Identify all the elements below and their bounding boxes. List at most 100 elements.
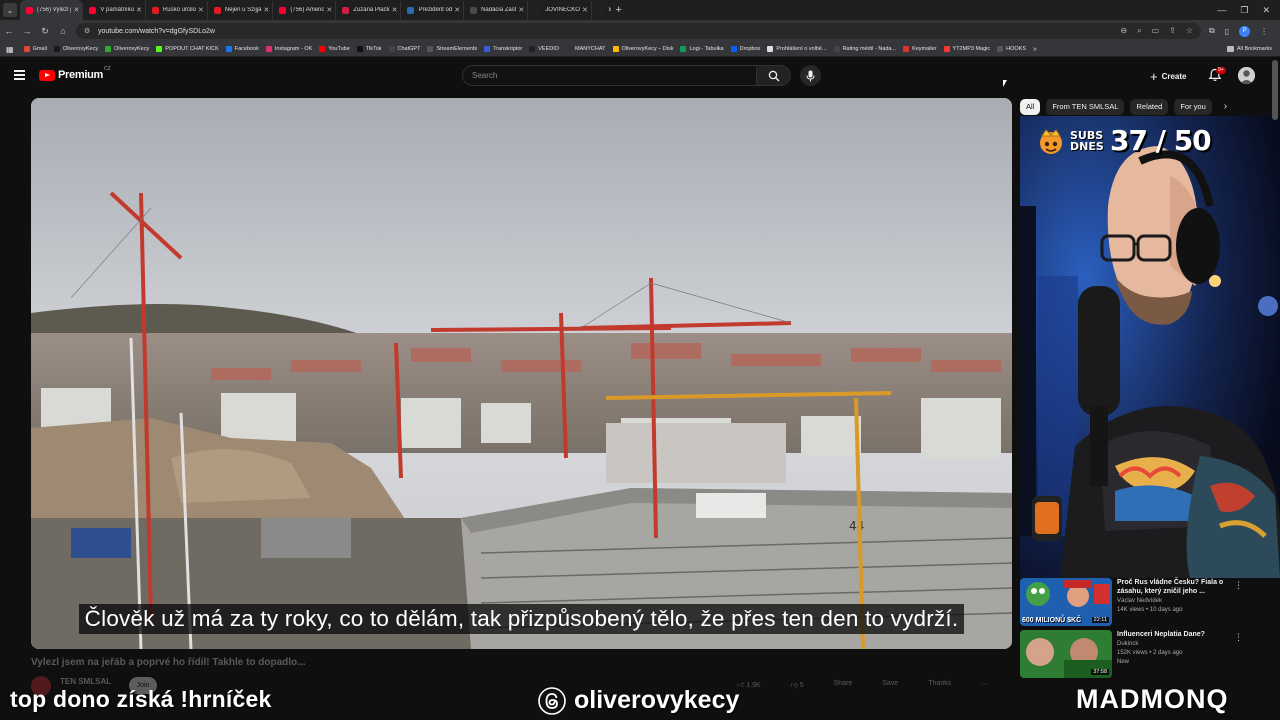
- browser-tab[interactable]: Prezident od ✕: [401, 1, 465, 19]
- bookmark-item[interactable]: TikTok: [356, 46, 382, 52]
- browser-tab[interactable]: JOVINEČKO ✕: [528, 1, 592, 19]
- chip-all[interactable]: All: [1020, 98, 1041, 115]
- youtube-logo[interactable]: Premium CZ: [39, 66, 111, 81]
- address-bar[interactable]: ⚙ youtube.com/watch?v=dgGfySDLo2w ⊖ ⌕ ▭ …: [76, 23, 1201, 39]
- more-actions-icon[interactable]: ⋯: [981, 680, 988, 689]
- bookmark-item[interactable]: Dropbox: [730, 46, 760, 52]
- tab-close-icon[interactable]: ✕: [392, 6, 398, 14]
- video-player[interactable]: 44: [31, 98, 1012, 649]
- extensions-icon[interactable]: ⧉: [1209, 26, 1215, 36]
- recommendation-channel[interactable]: Václav Nedvídek: [1117, 598, 1162, 604]
- bookmark-item[interactable]: VEEDIO: [529, 46, 559, 52]
- bookmark-item[interactable]: OliverovyKecy – Disk: [612, 46, 673, 52]
- browser-tab[interactable]: Nadácia Zast ✕: [464, 1, 529, 19]
- bookmark-star-icon[interactable]: ☆: [1186, 26, 1193, 36]
- browser-tab[interactable]: (756) Vylezl j ✕: [20, 0, 84, 20]
- page-search-icon[interactable]: ⌕: [1137, 26, 1141, 36]
- browser-tab[interactable]: (756) Americ ✕: [273, 1, 337, 19]
- close-window-icon[interactable]: ✕: [1262, 5, 1270, 16]
- bookmark-favicon: [265, 46, 272, 52]
- share-button[interactable]: Share: [834, 680, 853, 689]
- account-avatar[interactable]: [1238, 67, 1255, 84]
- forward-icon[interactable]: →: [18, 26, 36, 36]
- bookmark-item[interactable]: Keymailer: [903, 46, 937, 52]
- apps-icon[interactable]: ▦: [6, 45, 14, 54]
- recommendation-thumbnail[interactable]: 37:58: [1020, 630, 1112, 678]
- share-page-icon[interactable]: ⇪: [1169, 26, 1176, 36]
- bookmark-item[interactable]: POPOUT CHAT KICK: [156, 46, 219, 52]
- bookmark-item[interactable]: OliverovyKecy: [53, 46, 98, 52]
- chip-related[interactable]: Related: [1130, 98, 1169, 115]
- thanks-button[interactable]: Thanks: [928, 680, 951, 689]
- recommendation-thumbnail[interactable]: 600 MILIONŮ $KČ 22:11: [1020, 578, 1112, 626]
- chevron-right-icon[interactable]: ›: [1224, 101, 1227, 112]
- browser-tab[interactable]: V památníku ✕: [83, 1, 146, 19]
- more-options-icon[interactable]: ⋮: [1234, 580, 1243, 591]
- bookmarks-bar: ▦ Gmail OliverovyKecy OliverovyKecy POPOUT …: [0, 42, 1280, 57]
- bookmark-item[interactable]: MANYCHAT: [566, 46, 606, 52]
- bookmark-item[interactable]: Facebook: [225, 46, 259, 52]
- new-tab-button[interactable]: +: [611, 4, 627, 16]
- more-bookmarks-button[interactable]: »: [1033, 46, 1037, 53]
- search-button[interactable]: [757, 65, 791, 86]
- tab-close-icon[interactable]: ✕: [518, 6, 524, 14]
- bookmark-item[interactable]: StreamElements: [427, 46, 477, 52]
- like-button[interactable]: 👍︎ 1.9K: [737, 680, 761, 689]
- recommendation-channel[interactable]: Dukinck: [1117, 641, 1138, 647]
- more-options-icon[interactable]: ⋮: [1234, 632, 1243, 643]
- channel-name[interactable]: TEN SMLSAL: [60, 677, 111, 686]
- all-bookmarks-button[interactable]: All Bookmarks: [1226, 46, 1272, 52]
- new-badge: New: [1117, 659, 1130, 665]
- save-button[interactable]: Save: [882, 680, 898, 689]
- voice-search-button[interactable]: [800, 65, 821, 86]
- recommendation-title[interactable]: Proč Rus vládne Česku? Fiala o zásahu, k…: [1117, 578, 1235, 596]
- bookmark-item[interactable]: Rating médií - Nada...: [833, 46, 896, 52]
- browser-tab[interactable]: Nejen u Szijjá ✕: [208, 1, 274, 19]
- bookmark-item[interactable]: HOOKS: [997, 46, 1026, 52]
- tab-close-icon[interactable]: ✕: [454, 6, 460, 14]
- tab-search-button[interactable]: ⌄: [3, 3, 17, 17]
- dislike-button[interactable]: 👎︎ 5: [791, 680, 804, 689]
- bookmark-item[interactable]: ChatGPT: [388, 46, 420, 52]
- tab-close-icon[interactable]: ✕: [73, 6, 79, 14]
- zoom-icon[interactable]: ⊖: [1120, 26, 1127, 36]
- cast-icon[interactable]: ▭: [1152, 26, 1160, 36]
- bookmark-item[interactable]: YT2MP3 Magic: [943, 46, 990, 52]
- bookmark-item[interactable]: Instagram - OK: [265, 46, 312, 52]
- bookmark-item[interactable]: Prohlášení o volbě...: [767, 46, 827, 52]
- tab-close-icon[interactable]: ✕: [198, 6, 204, 14]
- recommendation-title[interactable]: Influenceri Neplatia Dane?: [1117, 630, 1235, 639]
- create-button[interactable]: + Create: [1150, 67, 1187, 85]
- search-input[interactable]: Search: [462, 65, 757, 86]
- bookmark-label: HOOKS: [1006, 46, 1027, 52]
- site-info-icon[interactable]: ⚙: [84, 27, 92, 35]
- reload-icon[interactable]: ↻: [36, 26, 54, 37]
- bookmark-item[interactable]: YouTube: [319, 46, 350, 52]
- browser-menu-icon[interactable]: ⋮: [1260, 27, 1268, 36]
- chip-for-you[interactable]: For you: [1174, 98, 1212, 115]
- bookmark-label: Keymailer: [912, 46, 937, 52]
- bookmark-list: Gmail OliverovyKecy OliverovyKecy POPOUT CH…: [23, 46, 1033, 52]
- bookmark-item[interactable]: Logi - Tabulka: [680, 46, 724, 52]
- hamburger-menu-icon[interactable]: [14, 70, 25, 80]
- tab-close-icon[interactable]: ✕: [263, 6, 269, 14]
- home-icon[interactable]: ⌂: [54, 26, 72, 36]
- bookmark-item[interactable]: Gmail: [23, 46, 47, 52]
- tab-close-icon[interactable]: ✕: [326, 6, 332, 14]
- recommendation-item[interactable]: 600 MILIONŮ $KČ 22:11 Proč Rus vládne Če…: [1020, 578, 1270, 628]
- browser-tab[interactable]: Zuzana Plačk ✕: [336, 1, 402, 19]
- restore-icon[interactable]: ❐: [1240, 5, 1248, 16]
- chip-from-channel[interactable]: From TEN SMLSAL: [1046, 98, 1125, 115]
- browser-tab[interactable]: Rusko určilo ✕: [146, 1, 208, 19]
- profile-avatar[interactable]: P: [1239, 25, 1251, 37]
- side-panel-icon[interactable]: ▯: [1225, 27, 1229, 36]
- minimize-icon[interactable]: —: [1217, 5, 1226, 16]
- browser-tab[interactable]: Bloomberg c✕: [592, 1, 611, 19]
- recommendation-item[interactable]: 37:58 Influenceri Neplatia Dane? Dukinck…: [1020, 630, 1270, 680]
- page-scrollbar[interactable]: [1272, 60, 1278, 120]
- tab-close-icon[interactable]: ✕: [582, 6, 588, 14]
- bookmark-item[interactable]: OliverovyKecy: [105, 46, 149, 52]
- back-icon[interactable]: ←: [0, 26, 18, 36]
- tab-close-icon[interactable]: ✕: [136, 6, 142, 14]
- bookmark-item[interactable]: Transkriptor: [484, 46, 522, 52]
